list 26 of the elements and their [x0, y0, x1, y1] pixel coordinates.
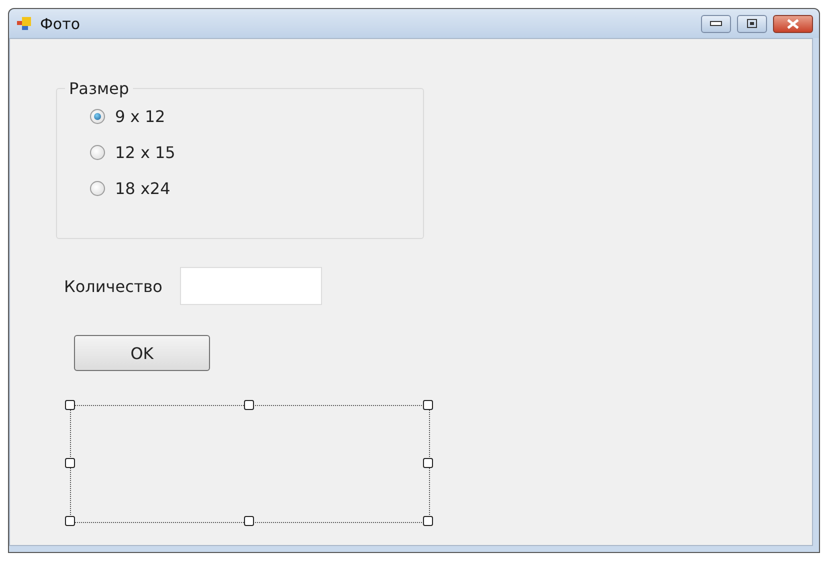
resize-handle[interactable] — [423, 400, 433, 410]
maximize-icon — [747, 19, 757, 28]
radio-label: 18 x24 — [115, 178, 170, 198]
window-title: Фото — [40, 14, 82, 32]
minimize-button[interactable] — [701, 14, 731, 32]
radio-button[interactable] — [90, 108, 105, 124]
quantity-field[interactable] — [180, 267, 322, 305]
close-icon — [787, 18, 799, 28]
resize-handle[interactable] — [244, 516, 254, 526]
resize-handle[interactable] — [423, 458, 433, 468]
close-button[interactable] — [773, 14, 813, 32]
minimize-icon — [710, 21, 722, 26]
group-title: Размер — [68, 79, 130, 98]
radio-label: 9 x 12 — [115, 106, 166, 126]
radio-button[interactable] — [90, 180, 105, 196]
quantity-label: Количество — [64, 276, 162, 296]
resize-handle[interactable] — [65, 516, 75, 526]
resize-handle[interactable] — [65, 400, 75, 410]
maximize-button[interactable] — [737, 14, 767, 32]
radio-label: 12 x 15 — [115, 142, 176, 162]
resize-handle[interactable] — [65, 458, 75, 468]
app-icon — [17, 16, 32, 31]
resize-handle[interactable] — [423, 516, 433, 526]
resize-handle[interactable] — [244, 400, 254, 410]
radio-button[interactable] — [90, 144, 105, 160]
ok-button[interactable]: OK — [74, 335, 210, 371]
